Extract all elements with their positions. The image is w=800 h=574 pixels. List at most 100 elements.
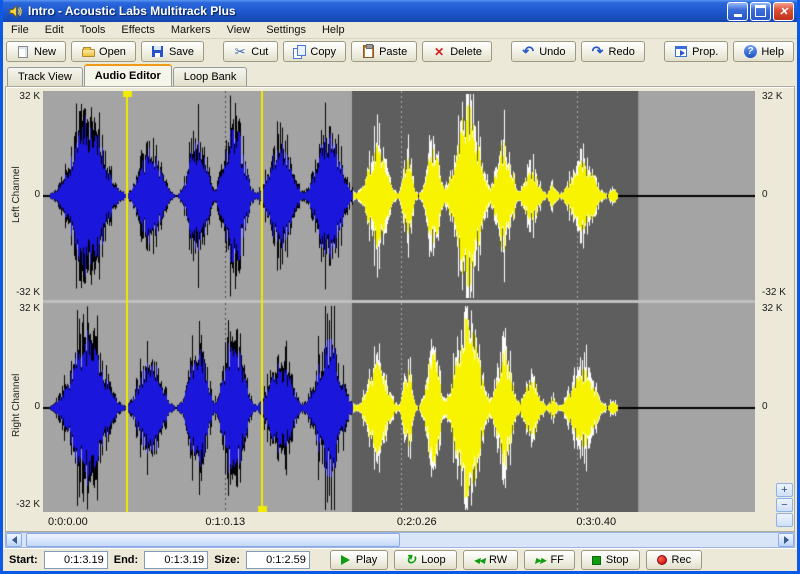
button-label: Stop (605, 554, 629, 566)
minimize-button[interactable] (727, 1, 748, 21)
menu-bar: File Edit Tools Effects Markers View Set… (3, 22, 797, 39)
time-label-0: 0:0:0.00 (47, 516, 88, 528)
end-field[interactable] (144, 551, 209, 569)
tab-track-view[interactable]: Track View (7, 67, 83, 86)
button-label: Paste (379, 45, 408, 58)
new-button[interactable]: New (6, 41, 67, 62)
horizontal-scrollbar (5, 532, 795, 548)
button-label: Loop (421, 554, 446, 566)
menu-item-help[interactable]: Help (314, 22, 353, 38)
time-label-1: 0:1:0.13 (205, 516, 246, 528)
close-icon (779, 2, 788, 20)
button-label: Play (355, 554, 378, 566)
play-button[interactable]: Play (329, 550, 389, 570)
button-label: Cut (251, 45, 269, 58)
delete-button[interactable]: Delete (422, 41, 492, 62)
restore-button[interactable] (750, 1, 771, 21)
waveform-canvas[interactable] (43, 91, 755, 512)
delete-x-icon (432, 45, 446, 58)
button-label: Help (761, 45, 784, 58)
zoom-in-button[interactable]: + (776, 483, 793, 497)
rewind-icon (474, 554, 484, 566)
toolbar: New Open Save Cut Copy Paste Delete Undo… (3, 39, 797, 64)
zoom-out-button[interactable]: − (776, 498, 793, 512)
help-button[interactable]: ? Help (733, 41, 794, 62)
stop-icon (591, 555, 601, 565)
left-arrow-icon (8, 536, 17, 544)
cut-scissors-icon (233, 45, 247, 58)
properties-icon (674, 45, 688, 58)
open-folder-icon (81, 45, 95, 58)
end-label: End: (113, 554, 139, 566)
loop-icon (405, 552, 416, 568)
menu-item-markers[interactable]: Markers (163, 22, 219, 38)
scrollbar-track[interactable] (22, 533, 778, 547)
redo-button[interactable]: Redo (580, 41, 645, 62)
scale-ch2-bottom: -32 K (16, 499, 40, 510)
paste-button[interactable]: Paste (351, 41, 418, 62)
start-label: Start: (9, 554, 38, 566)
save-button[interactable]: Save (140, 41, 205, 62)
properties-button[interactable]: Prop. (664, 41, 729, 62)
undo-button[interactable]: Undo (511, 41, 576, 62)
loop-button[interactable]: Loop (394, 550, 457, 570)
button-label: New (34, 45, 57, 58)
scale-right-ch2-top: 32 K (762, 303, 783, 314)
button-label: Copy (310, 45, 337, 58)
tab-audio-editor[interactable]: Audio Editor (83, 64, 172, 86)
size-field[interactable] (245, 551, 310, 569)
scrollbar-thumb[interactable] (25, 533, 400, 547)
open-button[interactable]: Open (71, 41, 136, 62)
button-label: Redo (608, 45, 635, 58)
button-label: Undo (539, 45, 566, 58)
record-button[interactable]: Rec (645, 550, 703, 570)
tab-loop-bank[interactable]: Loop Bank (172, 67, 248, 86)
button-label: Prop. (692, 45, 719, 58)
fast-forward-icon (535, 554, 545, 566)
left-channel-label: Left Channel (11, 166, 22, 224)
menu-item-file[interactable]: File (3, 22, 37, 38)
menu-item-tools[interactable]: Tools (72, 22, 114, 38)
rewind-button[interactable]: RW (462, 550, 519, 570)
button-label: Rec (671, 554, 692, 566)
copy-button[interactable]: Copy (283, 41, 347, 62)
menu-item-edit[interactable]: Edit (37, 22, 72, 38)
scale-right-ch1-zero: 0 (762, 189, 768, 200)
scale-right-ch2-zero: 0 (762, 401, 768, 412)
button-label: Save (168, 45, 195, 58)
scale-ch2-top: 32 K (19, 303, 40, 314)
size-label: Size: (214, 554, 240, 566)
scale-ch1-top: 32 K (19, 91, 40, 102)
right-arrow-icon (783, 536, 793, 544)
audio-editor-panel: 32 K 0 -32 K 32 K 0 -32 K Left Channel R… (5, 86, 795, 532)
new-document-icon (16, 45, 30, 58)
time-label-3: 0:3:0.40 (576, 516, 617, 528)
close-button[interactable] (773, 1, 794, 21)
scroll-right-button[interactable] (778, 533, 794, 547)
start-field[interactable] (43, 551, 108, 569)
copy-pages-icon (293, 45, 307, 59)
fast-forward-button[interactable]: FF (524, 550, 575, 570)
stop-button[interactable]: Stop (580, 550, 640, 570)
menu-item-effects[interactable]: Effects (113, 22, 162, 38)
restore-icon (755, 5, 766, 17)
menu-item-settings[interactable]: Settings (258, 22, 314, 38)
menu-item-view[interactable]: View (219, 22, 259, 38)
record-icon (656, 555, 667, 565)
zoom-extra-button[interactable] (776, 513, 793, 527)
status-bar: Start: End: Size: Play Loop RW FF Stop R… (3, 548, 797, 571)
app-window: Intro - Acoustic Labs Multitrack Plus Fi… (0, 0, 800, 574)
zoom-controls: + − (776, 483, 793, 527)
minimize-icon (734, 6, 742, 17)
button-label: RW (488, 554, 508, 566)
speaker-icon (8, 3, 24, 19)
title-bar: Intro - Acoustic Labs Multitrack Plus (3, 0, 797, 22)
undo-arrow-icon (521, 45, 535, 58)
button-label: Delete (450, 45, 482, 58)
scroll-left-button[interactable] (6, 533, 22, 547)
play-icon (340, 555, 355, 565)
tab-bar: Track View Audio Editor Loop Bank (3, 64, 797, 86)
button-label: Open (99, 45, 126, 58)
scale-right-ch1-bottom: -32 K (762, 287, 786, 298)
cut-button[interactable]: Cut (223, 41, 279, 62)
